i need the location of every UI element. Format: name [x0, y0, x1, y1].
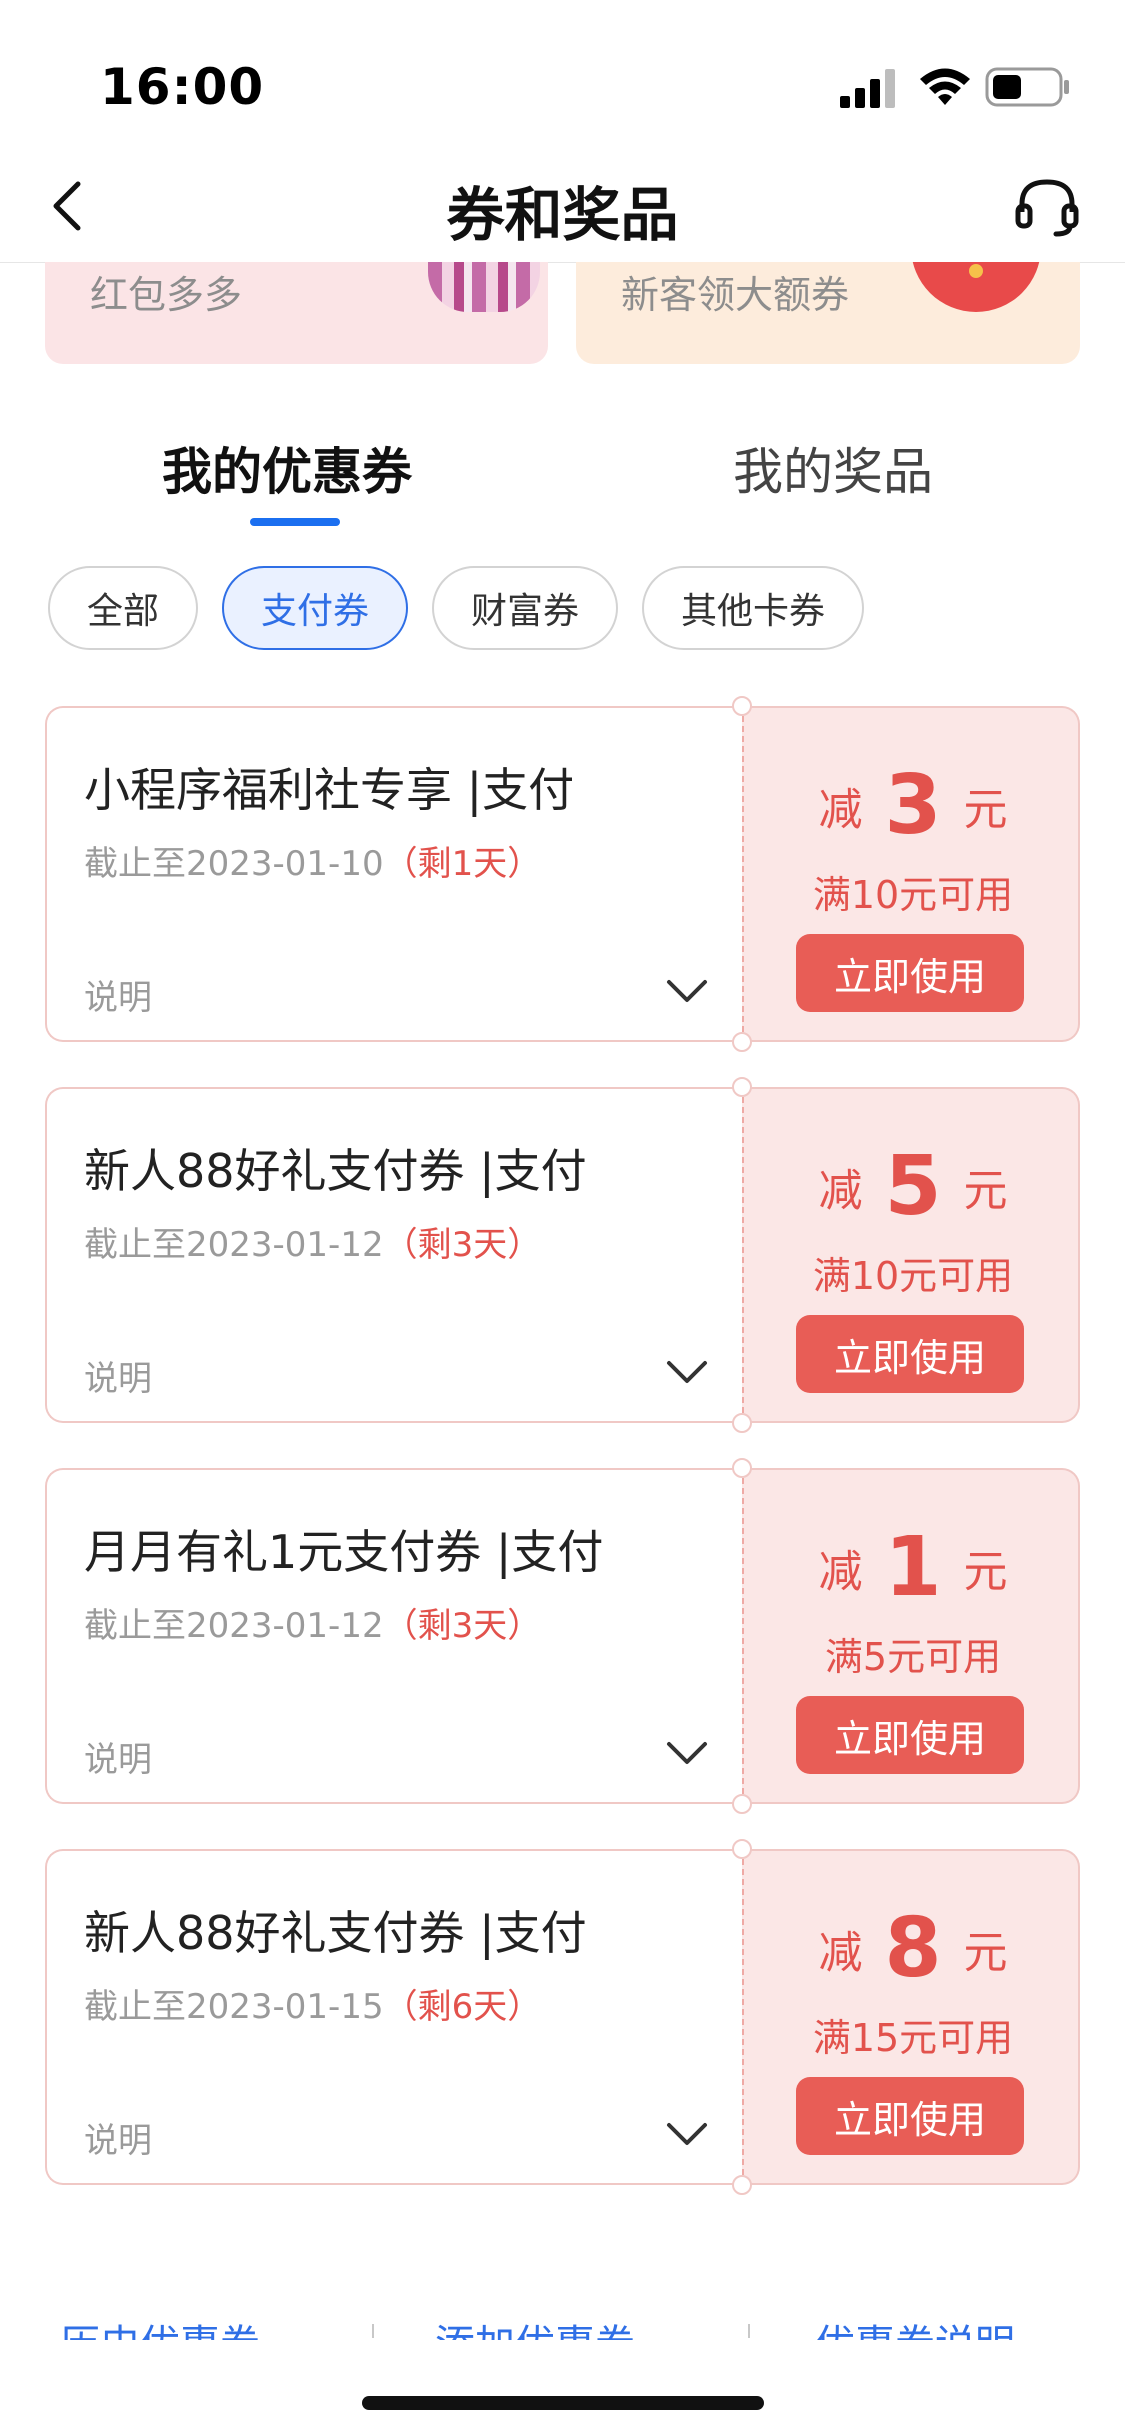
amount-unit: 元	[963, 1546, 1008, 1598]
coupon-notch	[732, 1839, 752, 1859]
coupon-title: 新人88好礼支付券 |支付	[84, 1906, 587, 1960]
coupon-remaining: （剩1天）	[383, 844, 542, 884]
coupon-info: 新人88好礼支付券 |支付 截止至2023-01-15（剩6天） 说明	[45, 1849, 742, 2185]
coupon-expiry: 截止至2023-01-15（剩6天）	[84, 1979, 541, 2028]
coupon-description-toggle[interactable]: 说明	[84, 970, 152, 1019]
coupon-notch	[732, 696, 752, 716]
add-coupon-link[interactable]: 添加优惠券	[435, 2318, 635, 2340]
coupon-expiry-date: 截止至2023-01-12	[84, 1606, 384, 1646]
link-divider	[372, 2324, 374, 2338]
coupon-title: 新人88好礼支付券 |支付	[84, 1144, 587, 1198]
coupon-description-toggle[interactable]: 说明	[84, 1351, 152, 1400]
coupon-condition: 满10元可用	[812, 873, 1014, 917]
banner-text: 红包多多	[90, 273, 243, 317]
use-now-button[interactable]: 立即使用	[796, 1315, 1024, 1393]
coupon-description-toggle[interactable]: 说明	[84, 1732, 152, 1781]
use-now-button[interactable]: 立即使用	[796, 1696, 1024, 1774]
filter-other-cards[interactable]: 其他卡券	[642, 566, 864, 650]
wifi-icon	[920, 68, 970, 105]
coupon-info: 月月有礼1元支付券 |支付 截止至2023-01-12（剩3天） 说明	[45, 1468, 742, 1804]
coupon-notch	[732, 1794, 752, 1814]
coupon-title: 小程序福利社专享 |支付	[84, 763, 575, 817]
coupon-condition: 满10元可用	[812, 1254, 1014, 1298]
coupon-notch	[732, 1458, 752, 1478]
coupon-notch	[732, 1077, 752, 1097]
coupon-amount: 减1元	[744, 1520, 1082, 1615]
coupon-amount: 减5元	[744, 1139, 1082, 1234]
coupon-card: 新人88好礼支付券 |支付 截止至2023-01-12（剩3天） 说明 减5元 …	[45, 1077, 1080, 1433]
chevron-down-icon[interactable]	[665, 2119, 709, 2149]
coupon-remaining: （剩3天）	[383, 1606, 542, 1646]
filter-payment[interactable]: 支付券	[222, 566, 408, 650]
coupon-expiry: 截止至2023-01-12（剩3天）	[84, 1217, 541, 1266]
coupon-expiry-date: 截止至2023-01-15	[84, 1987, 384, 2027]
history-coupons-link[interactable]: 历史优惠券	[60, 2318, 260, 2340]
coupon-expiry-date: 截止至2023-01-12	[84, 1225, 384, 1265]
amount-prefix: 减	[818, 1546, 863, 1598]
coupon-expiry-date: 截止至2023-01-10	[84, 844, 384, 884]
coupon-expiry: 截止至2023-01-10（剩1天）	[84, 836, 541, 885]
amount-prefix: 减	[818, 784, 863, 836]
coupon-expiry: 截止至2023-01-12（剩3天）	[84, 1598, 541, 1647]
coupon-remaining: （剩6天）	[383, 1987, 542, 2027]
chevron-down-icon[interactable]	[665, 976, 709, 1006]
coupon-card: 新人88好礼支付券 |支付 截止至2023-01-15（剩6天） 说明 减8元 …	[45, 1839, 1080, 2195]
coupon-notch	[732, 2175, 752, 2195]
banner-text: 新客领大额券	[621, 273, 850, 317]
coupon-help-link[interactable]: 优惠券说明	[815, 2318, 1015, 2340]
gift-box-icon	[428, 262, 540, 312]
battery-icon	[985, 67, 1069, 107]
status-bar: 16:00	[0, 0, 1125, 150]
amount-value: 1	[884, 1520, 942, 1615]
tab-my-prizes[interactable]: 我的奖品	[733, 432, 933, 504]
coupon-amount: 减3元	[744, 758, 1082, 853]
amount-prefix: 减	[818, 1927, 863, 1979]
coupon-card: 月月有礼1元支付券 |支付 截止至2023-01-12（剩3天） 说明 减1元 …	[45, 1458, 1080, 1814]
amount-value: 5	[884, 1139, 942, 1234]
chevron-down-icon[interactable]	[665, 1357, 709, 1387]
filter-wealth[interactable]: 财富券	[432, 566, 618, 650]
coupon-condition: 满15元可用	[812, 2016, 1014, 2060]
nav-bar: 券和奖品	[0, 150, 1125, 263]
tab-my-coupons[interactable]: 我的优惠券	[162, 432, 412, 504]
coupon-info: 新人88好礼支付券 |支付 截止至2023-01-12（剩3天） 说明	[45, 1087, 742, 1423]
amount-unit: 元	[963, 784, 1008, 836]
page-title: 券和奖品	[446, 181, 679, 249]
amount-prefix: 减	[818, 1165, 863, 1217]
red-packet-icon	[911, 262, 1041, 312]
bottom-links: 历史优惠券 添加优惠券 优惠券说明	[0, 2318, 1125, 2340]
coupon-info: 小程序福利社专享 |支付 截止至2023-01-10（剩1天） 说明	[45, 706, 742, 1042]
coupon-title: 月月有礼1元支付券 |支付	[84, 1525, 604, 1579]
home-indicator[interactable]	[362, 2396, 764, 2410]
amount-unit: 元	[963, 1927, 1008, 1979]
status-time: 16:00	[100, 58, 265, 116]
amount-value: 3	[884, 758, 942, 853]
use-now-button[interactable]: 立即使用	[796, 934, 1024, 1012]
headset-icon[interactable]	[1012, 170, 1082, 242]
banner-red-packet[interactable]: 红包多多	[45, 262, 548, 364]
banner-new-customer[interactable]: 新客领大额券	[576, 262, 1080, 364]
coupon-value-panel: 减1元 满5元可用 立即使用	[742, 1468, 1080, 1804]
coupon-condition: 满5元可用	[824, 1635, 1002, 1679]
coupon-card: 小程序福利社专享 |支付 截止至2023-01-10（剩1天） 说明 减3元 满…	[45, 696, 1080, 1052]
coupon-amount: 减8元	[744, 1901, 1082, 1996]
cellular-signal-icon	[840, 69, 895, 108]
amount-value: 8	[884, 1901, 942, 1996]
coupon-value-panel: 减8元 满15元可用 立即使用	[742, 1849, 1080, 2185]
link-divider	[748, 2324, 750, 2338]
coupon-value-panel: 减3元 满10元可用 立即使用	[742, 706, 1080, 1042]
amount-unit: 元	[963, 1165, 1008, 1217]
use-now-button[interactable]: 立即使用	[796, 2077, 1024, 2155]
coupon-description-toggle[interactable]: 说明	[84, 2113, 152, 2162]
coupon-remaining: （剩3天）	[383, 1225, 542, 1265]
chevron-down-icon[interactable]	[665, 1738, 709, 1768]
coupon-value-panel: 减5元 满10元可用 立即使用	[742, 1087, 1080, 1423]
coupon-notch	[732, 1032, 752, 1052]
filter-all[interactable]: 全部	[48, 566, 198, 650]
coupon-notch	[732, 1413, 752, 1433]
tab-active-indicator	[250, 518, 340, 526]
